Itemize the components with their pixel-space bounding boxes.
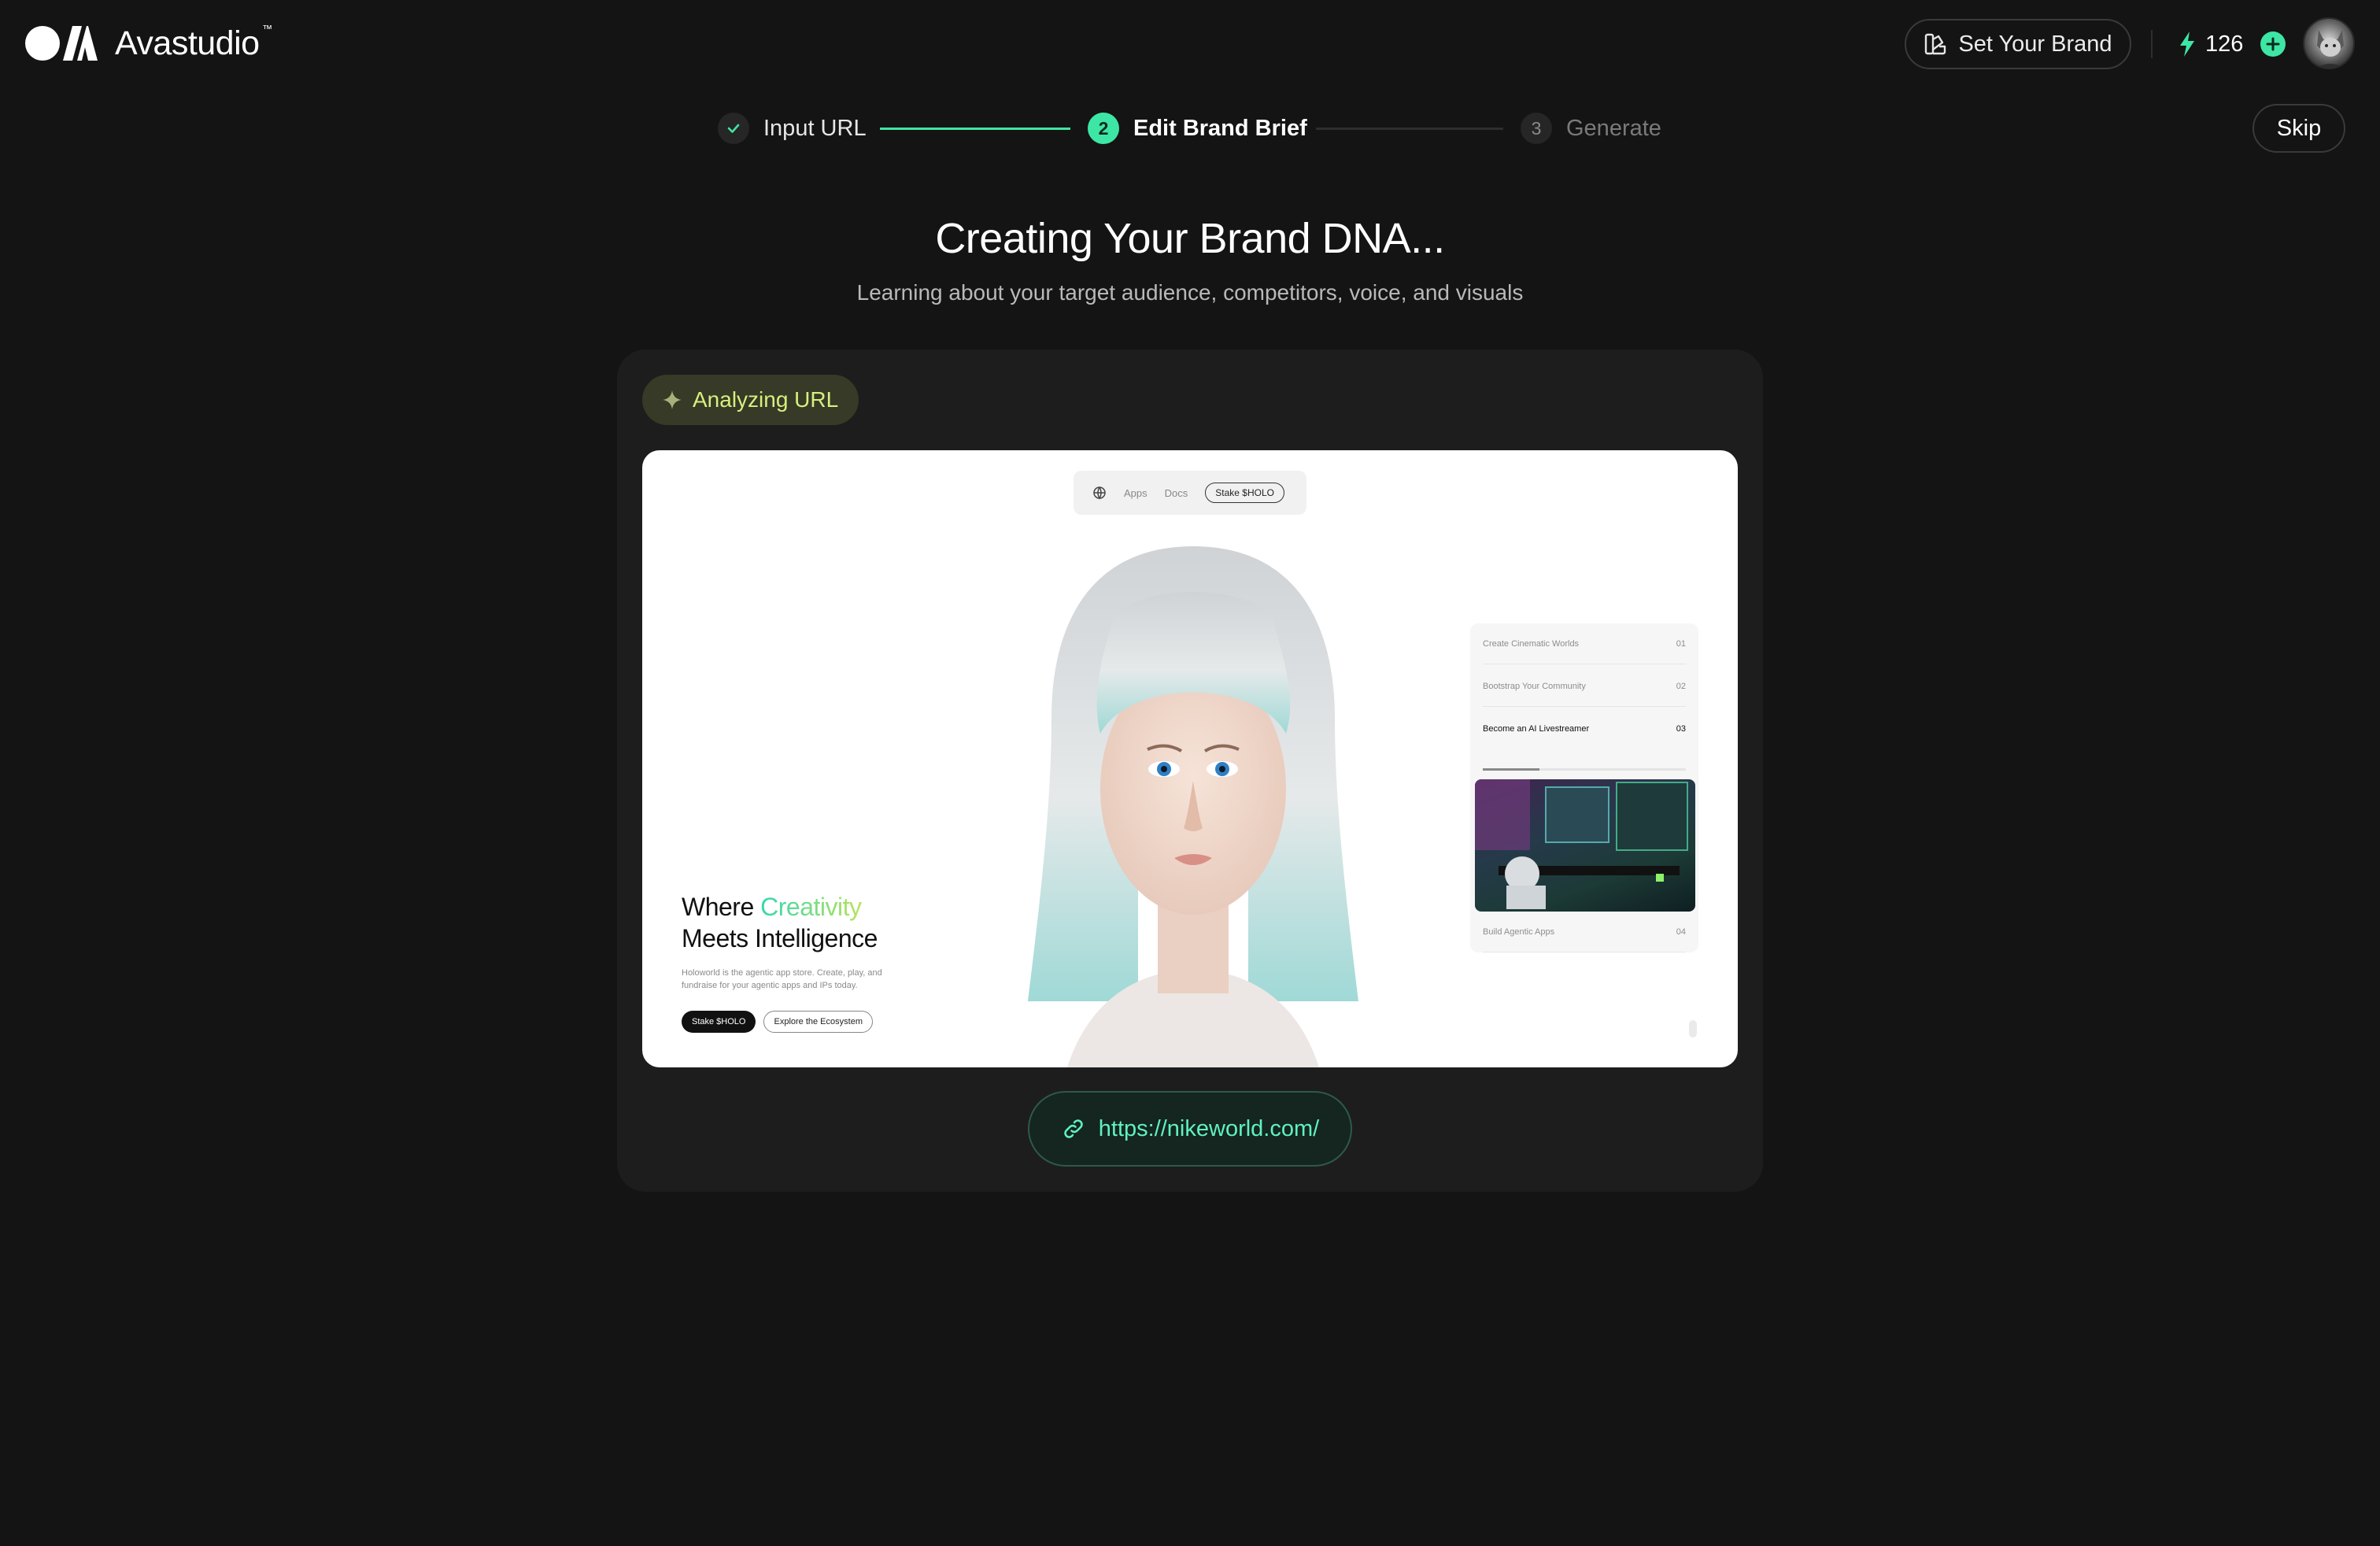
step-number: 3: [1521, 113, 1552, 144]
progress-stepper: Input URL 2 Edit Brand Brief 3 Generate: [0, 110, 2380, 146]
preview-nav-apps: Apps: [1124, 486, 1148, 499]
preview-hero-headline: Where Creativity Meets Intelligence: [682, 893, 878, 952]
app-logo[interactable]: Avastudio ™: [25, 22, 272, 63]
analyzed-url-text: https://nikeworld.com/: [1098, 1115, 1320, 1141]
set-your-brand-button[interactable]: Set Your Brand: [1905, 19, 2131, 69]
preview-nav: Apps Docs Stake $HOLO: [1074, 471, 1306, 515]
list-item: Build Agentic Apps 04: [1483, 912, 1686, 952]
logo-mark-icon: [25, 24, 99, 63]
plus-icon: [2266, 37, 2280, 51]
preview-feature-list: Create Cinematic Worlds 01 Bootstrap Your…: [1470, 623, 1698, 952]
step-label: Input URL: [763, 115, 867, 141]
brand-palette-icon: [1925, 33, 1946, 55]
sparkle-icon: [663, 390, 682, 409]
logo-text: Avastudio ™: [115, 22, 272, 62]
globe-icon: [1093, 486, 1106, 500]
lightning-bolt-icon: [2180, 31, 2194, 57]
step-edit-brand-brief[interactable]: 2 Edit Brand Brief: [1088, 110, 1307, 146]
credits-count: 126: [2205, 31, 2244, 57]
preview-hero-description: Holoworld is the agentic app store. Crea…: [682, 968, 882, 990]
preview-explore-button: Explore the Ecosystem: [763, 1011, 873, 1033]
analyzed-url-link[interactable]: https://nikeworld.com/: [1028, 1091, 1352, 1167]
add-credits-button[interactable]: [2260, 31, 2286, 57]
check-icon: [718, 113, 749, 144]
analysis-card: Analyzing URL Apps Docs Stake $HOLO Wher…: [617, 350, 1763, 1192]
step-number: 2: [1088, 113, 1119, 144]
preview-nav-docs: Docs: [1164, 486, 1188, 499]
step-connector-complete: [880, 128, 1070, 130]
credits-display: 126: [2179, 25, 2286, 63]
list-item: Bootstrap Your Community 02: [1483, 666, 1686, 707]
preview-hero-buttons: Stake $HOLO Explore the Ecosystem: [682, 1011, 873, 1033]
set-your-brand-label: Set Your Brand: [1958, 31, 2112, 57]
status-badge-label: Analyzing URL: [693, 387, 839, 412]
list-item: Create Cinematic Worlds 01: [1483, 623, 1686, 664]
preview-nav-stake: Stake $HOLO: [1205, 483, 1284, 503]
step-connector-pending: [1316, 128, 1503, 130]
step-input-url[interactable]: Input URL: [718, 110, 867, 146]
livestreamer-thumbnail-image: [1475, 779, 1695, 912]
step-label: Generate: [1566, 115, 1661, 141]
status-badge: Analyzing URL: [642, 375, 859, 425]
step-generate[interactable]: 3 Generate: [1521, 110, 1661, 146]
preview-scroll-handle: [1689, 1020, 1697, 1037]
user-avatar[interactable]: [2303, 17, 2355, 69]
link-icon: [1063, 1119, 1083, 1138]
website-preview: Apps Docs Stake $HOLO Where Creativity M…: [642, 450, 1738, 1067]
list-item-active: Become an AI Livestreamer 03: [1483, 724, 1686, 734]
list-progress-bar: [1483, 768, 1686, 771]
header-divider: [2151, 30, 2153, 58]
page-subtitle: Learning about your target audience, com…: [856, 280, 1524, 305]
step-label: Edit Brand Brief: [1133, 115, 1307, 141]
skip-button[interactable]: Skip: [2252, 104, 2345, 153]
preview-stake-button: Stake $HOLO: [682, 1011, 756, 1033]
page-title: Creating Your Brand DNA...: [935, 215, 1445, 262]
hero-portrait-image: [1028, 546, 1358, 1067]
